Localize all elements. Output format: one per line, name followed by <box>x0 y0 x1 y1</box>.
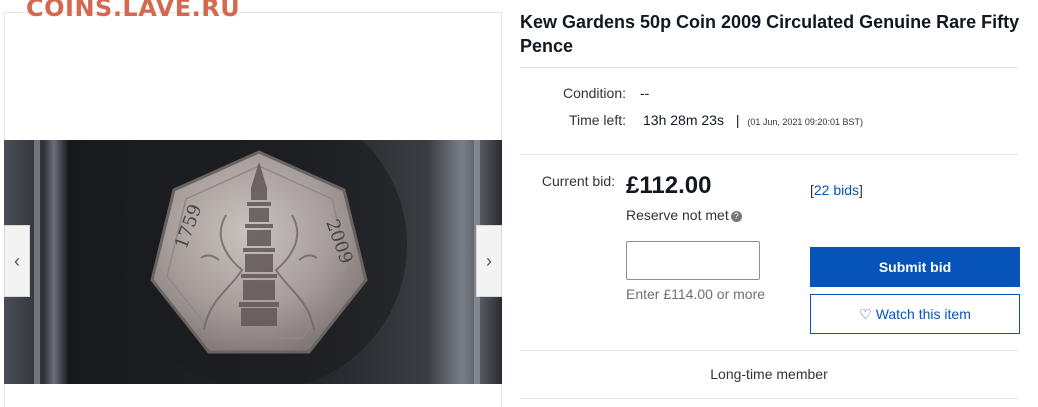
watermark: COINS.LAVE.RU <box>26 0 241 22</box>
reserve-text: Reserve not met <box>626 207 729 223</box>
seller-status: Long-time member <box>710 366 828 382</box>
divider <box>520 154 1018 155</box>
time-left-label: Time left: <box>568 112 626 128</box>
condition-value: -- <box>640 85 650 101</box>
bid-amount-input[interactable] <box>626 241 760 280</box>
end-date: (01 Jun, 2021 09:20:01 BST) <box>747 117 863 127</box>
condition-label: Condition: <box>562 85 626 101</box>
bid-history-link[interactable]: 22 bids <box>814 182 859 198</box>
gallery-next-button[interactable]: › <box>476 225 502 297</box>
bid-hint: Enter £114.00 or more <box>626 286 766 302</box>
item-title: Kew Gardens 50p Coin 2009 Circulated Gen… <box>520 12 1020 56</box>
watch-item-label: Watch this item <box>875 306 971 322</box>
watch-item-button[interactable]: ♡ Watch this item <box>810 294 1020 334</box>
divider <box>520 350 1018 351</box>
time-left-separator: | <box>735 112 740 128</box>
heart-icon: ♡ <box>859 305 872 322</box>
bid-count-close: ] <box>859 182 863 198</box>
help-icon[interactable]: ? <box>730 210 742 222</box>
current-bid-price: £112.00 <box>626 172 712 199</box>
divider <box>520 67 1018 68</box>
gallery-prev-button[interactable]: ‹ <box>4 225 30 297</box>
time-left-countdown: 13h 28m 23s <box>643 112 724 128</box>
reserve-status: Reserve not met? <box>626 207 742 223</box>
chevron-right-icon: › <box>486 250 492 271</box>
chevron-left-icon: ‹ <box>14 250 20 271</box>
submit-bid-button[interactable]: Submit bid <box>810 247 1020 287</box>
bid-count: [22 bids] <box>810 182 863 198</box>
coin-photo: 1759 2009 <box>4 140 502 384</box>
divider <box>520 398 1018 399</box>
current-bid-label: Current bid: <box>541 173 615 189</box>
time-left-value: 13h 28m 23s | (01 Jun, 2021 09:20:01 BST… <box>643 112 863 128</box>
